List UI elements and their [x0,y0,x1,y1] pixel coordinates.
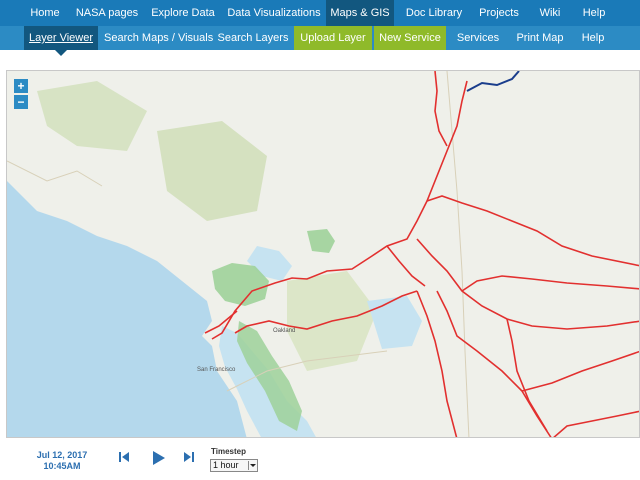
label-oakland: Oakland [273,328,295,334]
next-icon[interactable] [182,450,196,464]
map-viewer[interactable]: Oakland San Francisco + − [6,70,640,438]
map-canvas[interactable]: Oakland San Francisco [7,71,640,438]
previous-icon[interactable] [117,450,131,464]
active-tab-caret [55,50,67,56]
timestep-select[interactable]: 1 hour [210,459,258,472]
subnav-layer-viewer[interactable]: Layer Viewer [24,26,98,50]
subnav-help[interactable]: Help [574,26,612,50]
subnav-search-maps-visuals[interactable]: Search Maps / Visuals [104,26,213,50]
subnav-print-map[interactable]: Print Map [512,26,568,50]
zoom-out-button[interactable]: − [14,95,28,109]
label-san-francisco: San Francisco [197,367,236,373]
play-icon[interactable] [150,450,166,466]
subnav-new-service[interactable]: New Service [374,26,446,50]
nav-nasa-pages[interactable]: NASA pages [72,0,142,26]
nav-maps-gis[interactable]: Maps & GIS [326,0,394,26]
nav-projects[interactable]: Projects [474,0,524,26]
zoom-in-button[interactable]: + [14,79,28,93]
timestep-value: 1 hour [213,460,239,470]
nav-explore-data[interactable]: Explore Data [148,0,218,26]
subnav-services[interactable]: Services [450,26,506,50]
current-time: 10:45AM [43,461,81,471]
nav-wiki[interactable]: Wiki [532,0,568,26]
current-date: Jul 12, 2017 [36,450,88,460]
top-nav: Home NASA pages Explore Data Data Visual… [0,0,640,26]
nav-doc-library[interactable]: Doc Library [400,0,468,26]
nav-data-visualizations[interactable]: Data Visualizations [226,0,322,26]
timestep-label: Timestep [211,447,246,456]
time-controls: Jul 12, 2017 10:45AM Timestep 1 hour [0,440,640,480]
nav-home[interactable]: Home [22,0,68,26]
subnav-search-layers[interactable]: Search Layers [216,26,290,50]
current-timestamp: Jul 12, 2017 10:45AM [32,450,92,472]
sub-nav: Layer Viewer Search Maps / Visuals Searc… [0,26,640,50]
nav-help[interactable]: Help [576,0,612,26]
subnav-upload-layer[interactable]: Upload Layer [294,26,372,50]
dropdown-arrow-icon[interactable] [248,461,256,470]
